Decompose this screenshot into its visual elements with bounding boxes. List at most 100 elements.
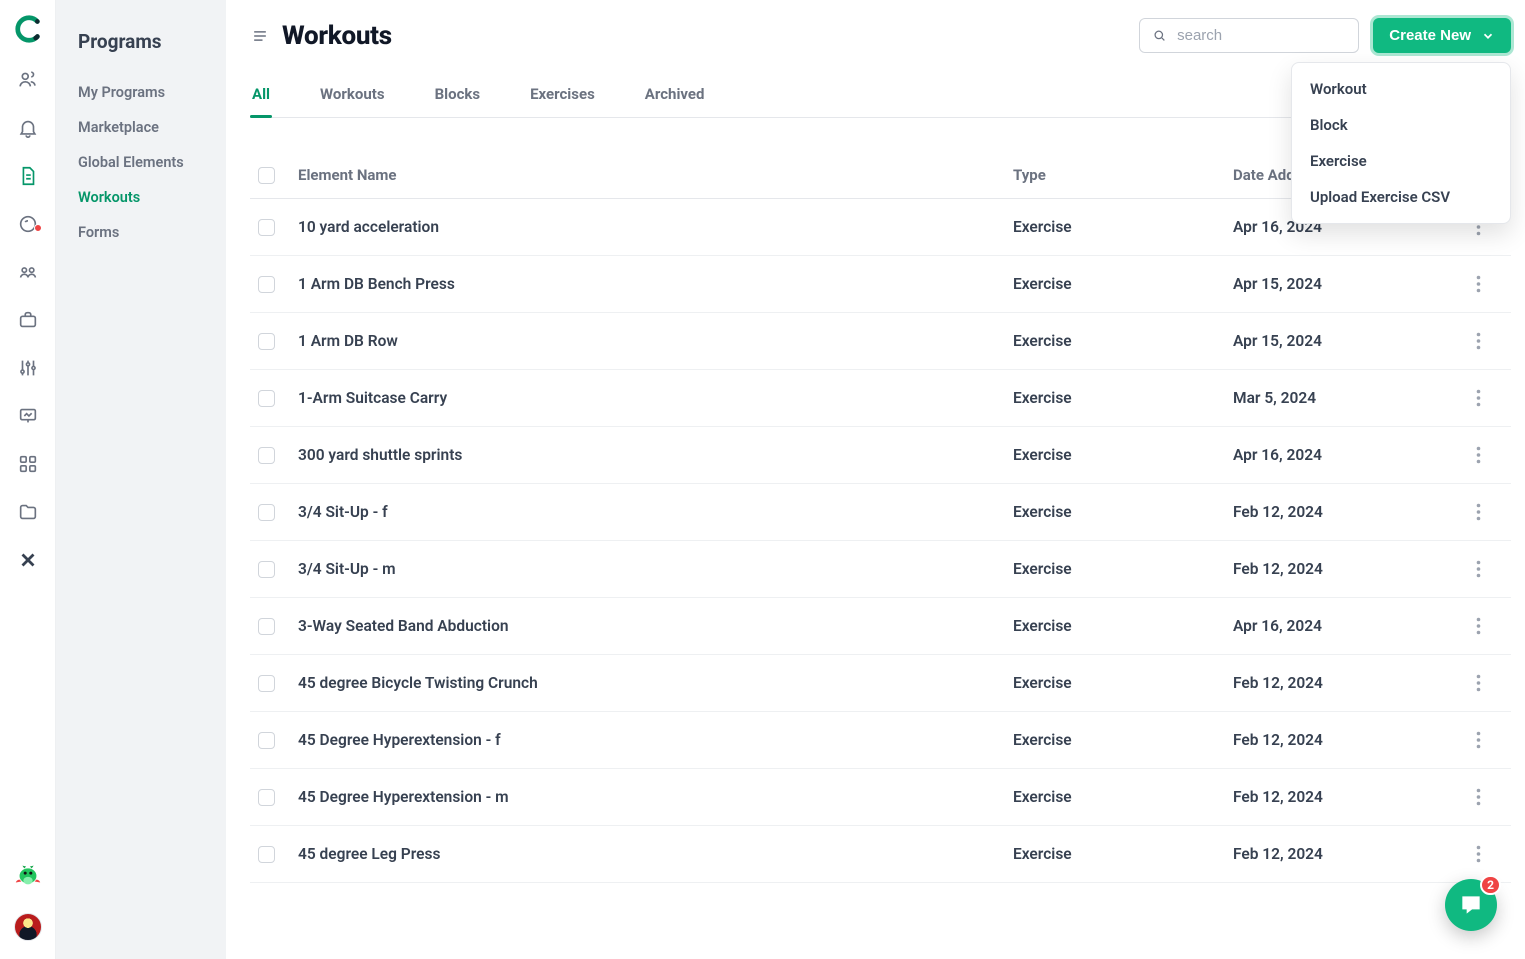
row-date: Feb 12, 2024 — [1233, 503, 1453, 521]
row-checkbox[interactable] — [258, 789, 275, 806]
sidebar-item-workouts[interactable]: Workouts — [56, 180, 226, 215]
users-icon[interactable] — [16, 68, 40, 92]
notification-dot — [34, 224, 42, 232]
row-checkbox[interactable] — [258, 333, 275, 350]
search-box[interactable] — [1139, 18, 1359, 53]
table-row[interactable]: 3/4 Sit-Up - mExerciseFeb 12, 2024 — [250, 541, 1511, 598]
row-checkbox[interactable] — [258, 675, 275, 692]
chevron-down-icon — [1481, 29, 1495, 43]
chat-fab[interactable]: 2 — [1445, 879, 1497, 931]
dropdown-item-exercise[interactable]: Exercise — [1292, 143, 1510, 179]
row-actions-button[interactable] — [1453, 674, 1503, 692]
tab-workouts[interactable]: Workouts — [318, 75, 387, 117]
table-row[interactable]: 45 degree Leg PressExerciseFeb 12, 2024 — [250, 826, 1511, 883]
row-checkbox[interactable] — [258, 732, 275, 749]
table-row[interactable]: 300 yard shuttle sprintsExerciseApr 16, … — [250, 427, 1511, 484]
row-checkbox[interactable] — [258, 561, 275, 578]
row-type: Exercise — [1013, 560, 1233, 578]
chat-badge: 2 — [1480, 875, 1501, 895]
row-date: Apr 15, 2024 — [1233, 275, 1453, 293]
sliders-icon[interactable] — [16, 356, 40, 380]
row-name: 300 yard shuttle sprints — [298, 446, 1013, 464]
table-row[interactable]: 45 Degree Hyperextension - mExerciseFeb … — [250, 769, 1511, 826]
row-actions-button[interactable] — [1453, 617, 1503, 635]
row-checkbox[interactable] — [258, 618, 275, 635]
row-checkbox[interactable] — [258, 219, 275, 236]
row-checkbox[interactable] — [258, 846, 275, 863]
app-logo[interactable] — [13, 14, 43, 44]
row-actions-button[interactable] — [1453, 731, 1503, 749]
grid-icon[interactable] — [16, 452, 40, 476]
tab-archived[interactable]: Archived — [643, 75, 707, 117]
row-type: Exercise — [1013, 446, 1233, 464]
close-icon[interactable] — [16, 548, 40, 572]
chat-icon[interactable] — [16, 212, 40, 236]
row-type: Exercise — [1013, 218, 1233, 236]
row-actions-button[interactable] — [1453, 389, 1503, 407]
folder-icon[interactable] — [16, 500, 40, 524]
row-date: Feb 12, 2024 — [1233, 845, 1453, 863]
dropdown-item-upload-csv[interactable]: Upload Exercise CSV — [1292, 179, 1510, 215]
row-actions-button[interactable] — [1453, 446, 1503, 464]
main-content: Workouts Create New Workout Block Exerci… — [226, 0, 1525, 959]
row-checkbox[interactable] — [258, 390, 275, 407]
col-type: Type — [1013, 166, 1233, 184]
col-name: Element Name — [298, 166, 1013, 184]
row-actions-button[interactable] — [1453, 845, 1503, 863]
sidebar-item-marketplace[interactable]: Marketplace — [56, 110, 226, 145]
create-new-label: Create New — [1389, 27, 1471, 44]
row-actions-button[interactable] — [1453, 332, 1503, 350]
table-row[interactable]: 1-Arm Suitcase CarryExerciseMar 5, 2024 — [250, 370, 1511, 427]
row-actions-button[interactable] — [1453, 275, 1503, 293]
group-icon[interactable] — [16, 260, 40, 284]
tab-exercises[interactable]: Exercises — [528, 75, 597, 117]
row-actions-button[interactable] — [1453, 788, 1503, 806]
table-row[interactable]: 3-Way Seated Band AbductionExerciseApr 1… — [250, 598, 1511, 655]
select-all-checkbox[interactable] — [258, 167, 275, 184]
row-name: 45 Degree Hyperextension - m — [298, 788, 1013, 806]
row-date: Feb 12, 2024 — [1233, 788, 1453, 806]
tab-all[interactable]: All — [250, 75, 272, 117]
table-row[interactable]: 45 Degree Hyperextension - fExerciseFeb … — [250, 712, 1511, 769]
row-type: Exercise — [1013, 503, 1233, 521]
row-name: 10 yard acceleration — [298, 218, 1013, 236]
row-actions-button[interactable] — [1453, 503, 1503, 521]
sidebar-item-global-elements[interactable]: Global Elements — [56, 145, 226, 180]
elements-table: Element Name Type Date Added 10 yard acc… — [250, 166, 1511, 883]
row-type: Exercise — [1013, 389, 1233, 407]
presentation-icon[interactable] — [16, 404, 40, 428]
row-checkbox[interactable] — [258, 447, 275, 464]
row-date: Feb 12, 2024 — [1233, 674, 1453, 692]
collapse-sidebar-icon[interactable] — [250, 26, 270, 46]
briefcase-icon[interactable] — [16, 308, 40, 332]
user-avatar[interactable] — [14, 913, 42, 941]
row-checkbox[interactable] — [258, 276, 275, 293]
row-type: Exercise — [1013, 788, 1233, 806]
row-type: Exercise — [1013, 275, 1233, 293]
table-row[interactable]: 45 degree Bicycle Twisting CrunchExercis… — [250, 655, 1511, 712]
search-icon — [1152, 27, 1167, 44]
dropdown-item-workout[interactable]: Workout — [1292, 71, 1510, 107]
document-icon[interactable] — [16, 164, 40, 188]
page-title: Workouts — [282, 21, 392, 51]
row-actions-button[interactable] — [1453, 560, 1503, 578]
row-type: Exercise — [1013, 731, 1233, 749]
bell-icon[interactable] — [16, 116, 40, 140]
row-checkbox[interactable] — [258, 504, 275, 521]
sidebar: Programs My Programs Marketplace Global … — [56, 0, 226, 959]
mascot-icon[interactable] — [13, 859, 43, 889]
row-name: 1 Arm DB Row — [298, 332, 1013, 350]
table-row[interactable]: 1 Arm DB Bench PressExerciseApr 15, 2024 — [250, 256, 1511, 313]
sidebar-item-my-programs[interactable]: My Programs — [56, 75, 226, 110]
row-name: 45 degree Bicycle Twisting Crunch — [298, 674, 1013, 692]
row-date: Mar 5, 2024 — [1233, 389, 1453, 407]
table-row[interactable]: 1 Arm DB RowExerciseApr 15, 2024 — [250, 313, 1511, 370]
search-input[interactable] — [1177, 27, 1346, 44]
row-date: Apr 16, 2024 — [1233, 446, 1453, 464]
table-row[interactable]: 3/4 Sit-Up - fExerciseFeb 12, 2024 — [250, 484, 1511, 541]
row-name: 3/4 Sit-Up - m — [298, 560, 1013, 578]
create-new-button[interactable]: Create New — [1373, 18, 1511, 53]
sidebar-item-forms[interactable]: Forms — [56, 215, 226, 250]
dropdown-item-block[interactable]: Block — [1292, 107, 1510, 143]
tab-blocks[interactable]: Blocks — [433, 75, 483, 117]
